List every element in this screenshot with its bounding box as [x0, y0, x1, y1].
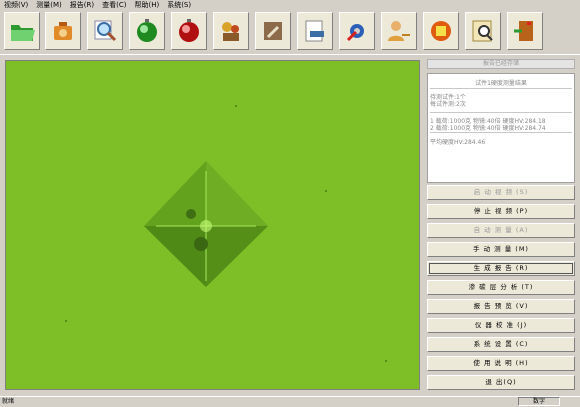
menu-view[interactable]: 查看(C) — [98, 0, 130, 10]
auto-measure-button[interactable]: 自 动 测 量 (A) — [427, 223, 575, 238]
menu-report[interactable]: 报告(R) — [66, 0, 98, 10]
result-row-2: 2 载荷:1000克 物镜:40倍 硬度HV:284.74 — [430, 125, 546, 132]
status-num-indicator: 数字 — [518, 397, 560, 406]
report-status-title: 报告已经存储 — [427, 59, 575, 69]
tools-gear-icon — [346, 24, 364, 42]
start-record-button[interactable] — [129, 12, 165, 50]
average-hardness: 平均硬度HV:284.46 — [430, 139, 486, 146]
user-manual-button[interactable]: 使 用 说 明 (H) — [427, 356, 575, 371]
document-magnifier-icon — [472, 20, 493, 42]
stop-record-button[interactable] — [171, 12, 207, 50]
exit-door-icon — [514, 21, 533, 41]
divider — [430, 132, 572, 133]
document-ruler-button[interactable] — [297, 12, 333, 50]
menu-bar: 视频(V) 测量(M) 报告(R) 查看(C) 帮助(H) 系统(S) — [0, 0, 580, 10]
menu-video[interactable]: 视频(V) — [0, 0, 32, 10]
results-box: 试件1硬度测量结果 待测试件:1个 每试件测:2次 1 载荷:1000克 物镜:… — [427, 73, 575, 183]
indentation-image — [6, 61, 419, 389]
gear-figures-button[interactable] — [213, 12, 249, 50]
carburized-layer-analysis-button[interactable]: 渗 碳 层 分 析 (T) — [427, 280, 575, 295]
divider — [430, 88, 572, 89]
warning-sign-icon — [431, 21, 451, 41]
status-ready: 就绪 — [2, 398, 15, 405]
folder-open-icon — [11, 25, 35, 41]
status-bar: 就绪 数字 — [0, 396, 580, 407]
tests-per-specimen: 每试件测:2次 — [430, 101, 466, 108]
person-key-icon — [388, 21, 410, 41]
results-heading: 试件1硬度测量结果 — [475, 80, 527, 87]
stop-video-button[interactable]: 停 止 视 频 (P) — [427, 204, 575, 219]
wrench-note-icon — [264, 22, 282, 40]
red-stop-icon — [179, 19, 199, 42]
manual-measure-button[interactable]: 手 动 测 量 (M) — [427, 242, 575, 257]
tools-settings-button[interactable] — [339, 12, 375, 50]
microscope-video-view[interactable] — [5, 60, 420, 390]
document-ruler-icon — [305, 20, 324, 42]
menu-measure[interactable]: 测量(M) — [32, 0, 66, 10]
toolbar — [0, 10, 580, 55]
camera-bag-icon — [54, 22, 72, 40]
warning-button[interactable] — [423, 12, 459, 50]
open-folder-button[interactable] — [4, 12, 40, 50]
report-preview-button[interactable]: 报 告 预 览 (V) — [427, 299, 575, 314]
quit-button[interactable]: 退 出(Q) — [427, 375, 575, 390]
generate-report-button[interactable]: 生 成 报 告 (R) — [427, 261, 575, 276]
document-search-button[interactable] — [465, 12, 501, 50]
user-key-button[interactable] — [381, 12, 417, 50]
gear-figures-icon — [222, 22, 239, 41]
start-video-button[interactable]: 启 动 视 频 (S) — [427, 185, 575, 200]
divider — [430, 112, 572, 113]
magnifier-button[interactable] — [87, 12, 123, 50]
wrench-note-button[interactable] — [255, 12, 291, 50]
menu-system[interactable]: 系统(S) — [163, 0, 195, 10]
magnifier-icon — [94, 20, 117, 42]
green-record-icon — [137, 19, 157, 42]
menu-help[interactable]: 帮助(H) — [130, 0, 163, 10]
instrument-calibration-button[interactable]: 仪 器 校 准 (J) — [427, 318, 575, 333]
system-settings-button[interactable]: 系 统 设 置 (C) — [427, 337, 575, 352]
exit-button[interactable] — [507, 12, 543, 50]
camera-bag-button[interactable] — [45, 12, 81, 50]
right-panel: 报告已经存储 试件1硬度测量结果 待测试件:1个 每试件测:2次 1 载荷:10… — [425, 57, 577, 390]
